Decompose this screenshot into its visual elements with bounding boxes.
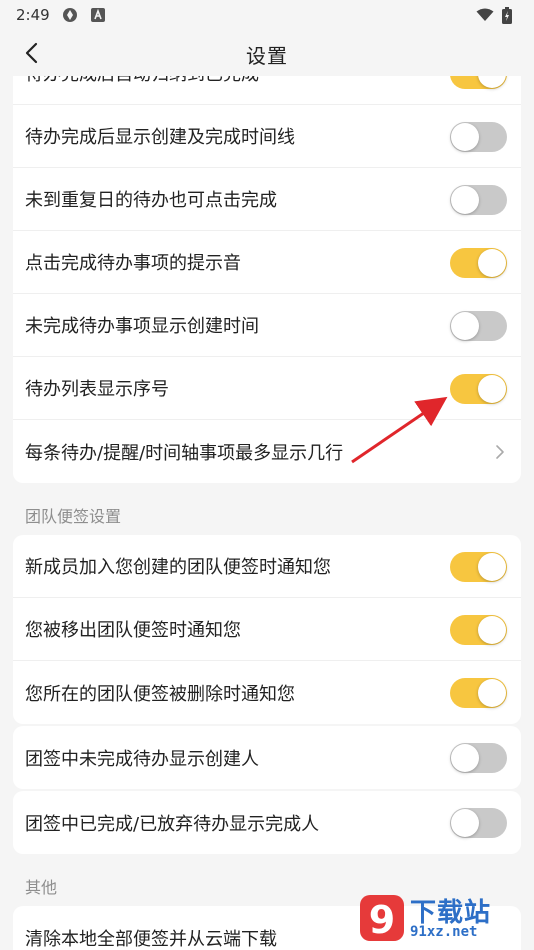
battery-icon bbox=[502, 6, 512, 24]
toggle-show-index[interactable] bbox=[450, 374, 507, 404]
nav-bar: 设置 bbox=[0, 30, 534, 76]
team-settings-card: 新成员加入您创建的团队便签时通知您 您被移出团队便签时通知您 您所在的团队便签被… bbox=[13, 535, 521, 724]
settings-list[interactable]: 待办完成后自动归纳到已完成 待办完成后显示创建及完成时间线 未到重复日的待办也可… bbox=[0, 76, 534, 950]
status-right bbox=[476, 6, 512, 24]
toggle-team-deleted[interactable] bbox=[450, 678, 507, 708]
status-time: 2:49 bbox=[16, 6, 50, 24]
setting-row-show-index: 待办列表显示序号 bbox=[13, 357, 521, 420]
toggle-knob bbox=[451, 186, 479, 214]
setting-row-repeat-complete: 未到重复日的待办也可点击完成 bbox=[13, 168, 521, 231]
toggle-knob bbox=[451, 123, 479, 151]
watermark-logo-icon: 9 bbox=[360, 895, 404, 942]
toggle-knob bbox=[451, 809, 479, 837]
a-badge-icon bbox=[90, 8, 105, 22]
setting-label: 团签中未完成待办显示创建人 bbox=[25, 748, 259, 770]
chevron-right-icon bbox=[496, 445, 504, 459]
toggle-created-time[interactable] bbox=[450, 311, 507, 341]
todo-settings-card: 待办完成后自动归纳到已完成 待办完成后显示创建及完成时间线 未到重复日的待办也可… bbox=[13, 76, 521, 483]
setting-row-team-deleted: 您所在的团队便签被删除时通知您 bbox=[13, 661, 521, 724]
toggle-complete-sound[interactable] bbox=[450, 248, 507, 278]
setting-label: 您被移出团队便签时通知您 bbox=[25, 620, 241, 641]
setting-row-show-creator: 团签中未完成待办显示创建人 bbox=[13, 726, 521, 789]
setting-row-auto-archive: 待办完成后自动归纳到已完成 bbox=[13, 76, 521, 105]
toggle-knob bbox=[478, 616, 506, 644]
setting-label: 待办列表显示序号 bbox=[25, 379, 169, 400]
setting-label: 团签中已完成/已放弃待办显示完成人 bbox=[25, 813, 320, 835]
setting-label: 您所在的团队便签被删除时通知您 bbox=[25, 683, 295, 705]
watermark: 9 下载站 91xz.net bbox=[358, 890, 528, 946]
toggle-knob bbox=[478, 553, 506, 581]
toggle-show-creator[interactable] bbox=[450, 743, 507, 773]
wifi-icon bbox=[476, 8, 494, 21]
toggle-removed[interactable] bbox=[450, 615, 507, 645]
setting-label: 待办完成后显示创建及完成时间线 bbox=[25, 127, 295, 148]
section-header-team: 团队便签设置 bbox=[25, 507, 122, 526]
toggle-auto-archive[interactable] bbox=[450, 76, 507, 89]
setting-row-removed: 您被移出团队便签时通知您 bbox=[13, 598, 521, 661]
toggle-show-completer[interactable] bbox=[450, 808, 507, 838]
toggle-knob bbox=[451, 744, 479, 772]
setting-label: 未完成待办事项显示创建时间 bbox=[25, 316, 259, 337]
status-bar: 2:49 bbox=[0, 0, 534, 30]
setting-label: 新成员加入您创建的团队便签时通知您 bbox=[25, 557, 331, 578]
toggle-knob bbox=[451, 312, 479, 340]
toggle-knob bbox=[478, 76, 506, 88]
toggle-new-member[interactable] bbox=[450, 552, 507, 582]
setting-label: 点击完成待办事项的提示音 bbox=[25, 253, 241, 274]
setting-row-timeline: 待办完成后显示创建及完成时间线 bbox=[13, 105, 521, 168]
toggle-knob bbox=[478, 249, 506, 277]
status-left: 2:49 bbox=[16, 6, 106, 24]
setting-row-show-completer: 团签中已完成/已放弃待办显示完成人 bbox=[13, 791, 521, 854]
page-title: 设置 bbox=[246, 44, 288, 68]
toggle-knob bbox=[478, 375, 506, 403]
setting-label: 待办完成后自动归纳到已完成 bbox=[25, 76, 259, 86]
setting-row-complete-sound: 点击完成待办事项的提示音 bbox=[13, 231, 521, 294]
setting-label: 每条待办/提醒/时间轴事项最多显示几行 bbox=[25, 442, 344, 464]
setting-label: 未到重复日的待办也可点击完成 bbox=[25, 190, 277, 211]
team-completer-card: 团签中已完成/已放弃待办显示完成人 bbox=[13, 791, 521, 854]
toggle-timeline[interactable] bbox=[450, 122, 507, 152]
setting-row-new-member: 新成员加入您创建的团队便签时通知您 bbox=[13, 535, 521, 598]
setting-row-max-lines[interactable]: 每条待办/提醒/时间轴事项最多显示几行 bbox=[13, 420, 521, 483]
app-notification-icon bbox=[62, 8, 77, 22]
svg-text:9: 9 bbox=[369, 898, 395, 942]
watermark-url: 91xz.net bbox=[410, 924, 478, 940]
toggle-repeat-complete[interactable] bbox=[450, 185, 507, 215]
team-creator-card: 团签中未完成待办显示创建人 bbox=[13, 726, 521, 789]
setting-row-created-time: 未完成待办事项显示创建时间 bbox=[13, 294, 521, 357]
toggle-knob bbox=[478, 679, 506, 707]
